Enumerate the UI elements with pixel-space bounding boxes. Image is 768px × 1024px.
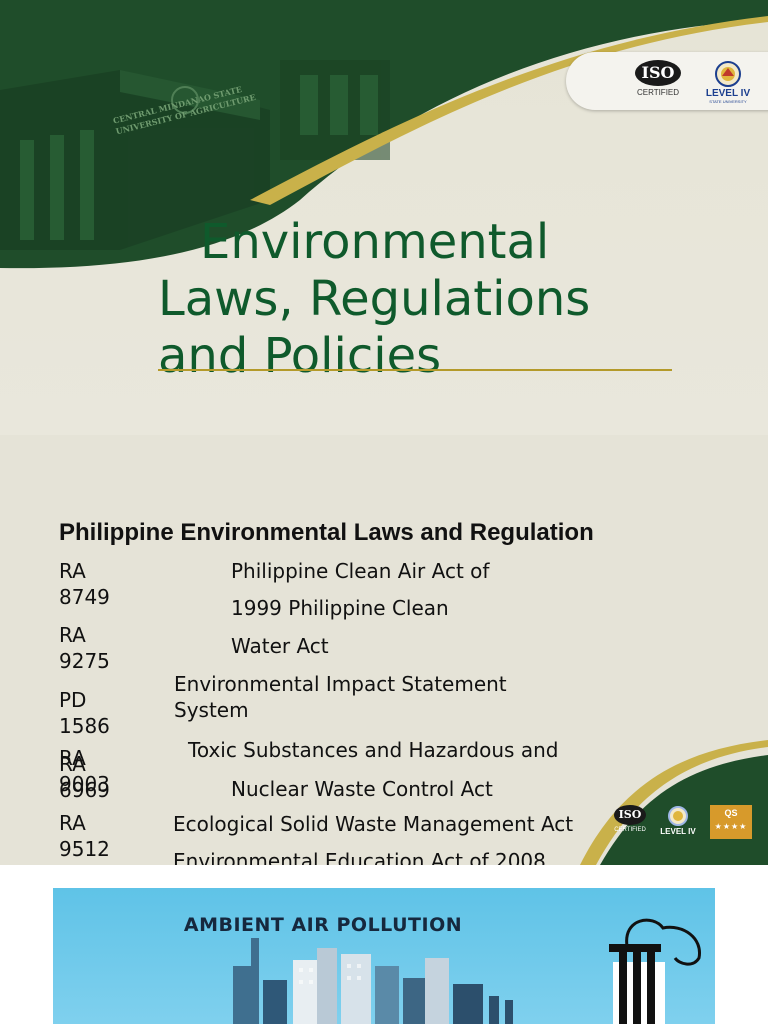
- slide-title: Environmental Laws, Regulations and Poli…: [158, 214, 678, 385]
- accreditation-badges: ISO CERTIFIED LEVEL IV QS ★★★★: [608, 801, 758, 843]
- law-text-7: Nuclear Waste Control Act: [231, 777, 493, 801]
- level-subcaption: STATE UNIVERSITY: [709, 99, 747, 104]
- law-text-4: Environmental Impact Statement: [174, 672, 507, 696]
- law-text-3: Water Act: [231, 634, 329, 658]
- title-line-3: and Policies: [158, 328, 442, 384]
- air-pollution-poster: AMBIENT AIR POLLUTION: [53, 888, 715, 1024]
- law-code-pd-1586: PD 1586: [59, 688, 110, 738]
- air-pollution-slide: AMBIENT AIR POLLUTION: [0, 865, 768, 1024]
- title-underline: [158, 369, 672, 371]
- level-iv-badge: LEVEL IV: [656, 805, 700, 836]
- factory-chimney-icon: [609, 918, 701, 1024]
- iso-caption: CERTIFIED: [636, 88, 680, 97]
- badge-level-caption: LEVEL IV: [660, 827, 696, 836]
- title-slide: CENTRAL MINDANAO STATE UNIVERSITY OF AGR…: [0, 0, 768, 435]
- poster-title: AMBIENT AIR POLLUTION: [183, 914, 463, 936]
- title-line-2: Laws, Regulations: [158, 271, 591, 327]
- laws-slide: Philippine Environmental Laws and Regula…: [0, 435, 768, 865]
- law-code-ra-9275: RA 9275: [59, 623, 110, 673]
- city-skyline-illustration: [233, 918, 701, 1024]
- qs-stars-badge: QS ★★★★: [710, 805, 752, 839]
- university-seal-icon: [715, 61, 741, 87]
- laws-heading: Philippine Environmental Laws and Regula…: [59, 519, 594, 546]
- law-text-2: 1999 Philippine Clean: [231, 596, 449, 620]
- badge-iso-mark: ISO: [614, 805, 646, 825]
- law-text-6: Toxic Substances and Hazardous and: [188, 738, 559, 762]
- title-line-1: Environmental: [200, 214, 550, 270]
- iso-mark: ISO: [635, 60, 681, 86]
- badge-iso-caption: CERTIFIED: [614, 827, 646, 833]
- qs-mark: QS: [724, 808, 738, 818]
- law-text-8: Ecological Solid Waste Management Act: [173, 812, 574, 836]
- law-text-1: Philippine Clean Air Act of: [231, 559, 490, 583]
- law-text-9: Environmental Education Act of 2008: [173, 849, 546, 865]
- level-iv-logo: LEVEL IV STATE UNIVERSITY: [698, 60, 758, 106]
- law-text-5: System: [174, 698, 249, 722]
- iso-certified-badge: ISO CERTIFIED: [612, 805, 648, 833]
- law-code-ra-8749: RA 8749: [59, 559, 110, 609]
- iso-certified-logo: ISO CERTIFIED: [632, 60, 684, 104]
- level-caption: LEVEL IV: [705, 88, 751, 99]
- badge-seal-icon: [668, 806, 688, 826]
- law-code-ra-9512: RA 9512: [59, 811, 110, 861]
- law-code-ra-9003: RA 9003: [59, 746, 110, 796]
- qs-stars-icon: ★★★★: [714, 822, 748, 831]
